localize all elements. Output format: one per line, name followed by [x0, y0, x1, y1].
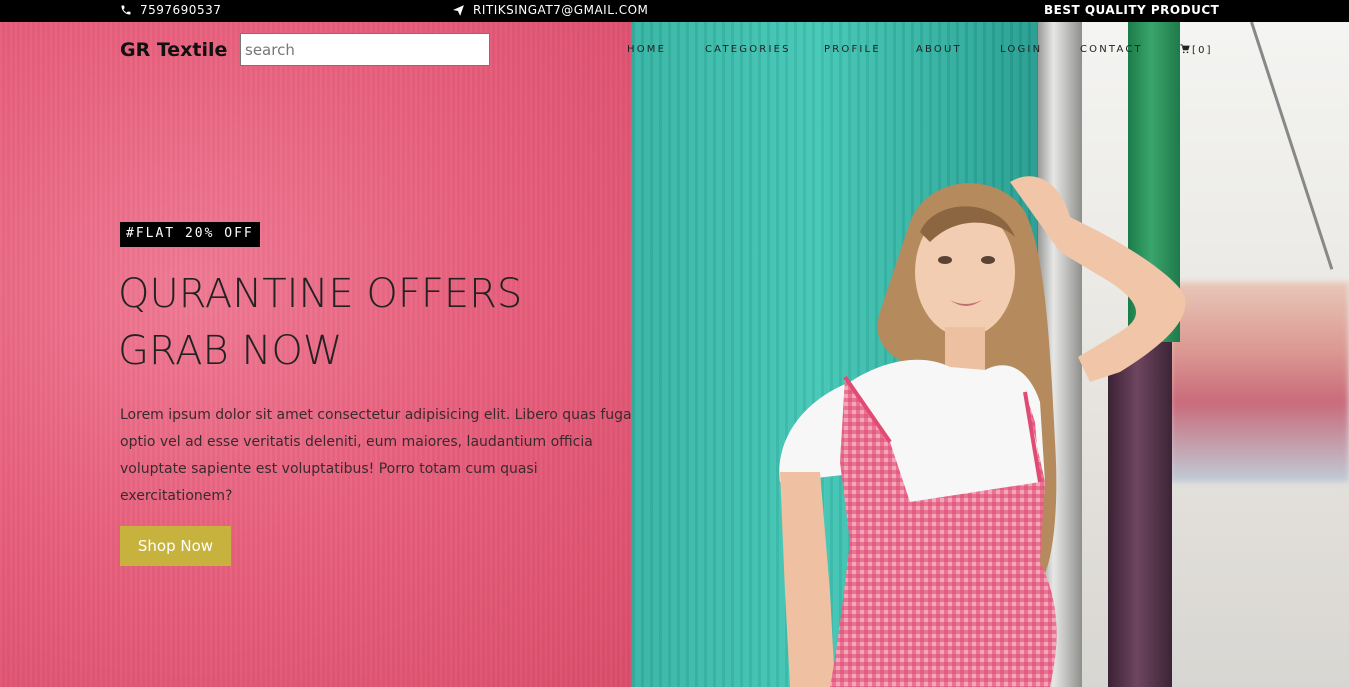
nav-login[interactable]: LOGIN: [1000, 44, 1042, 55]
model-photo: [760, 142, 1200, 687]
paper-plane-icon: [452, 4, 465, 17]
nav-home[interactable]: HOME: [627, 44, 666, 55]
nav-cart[interactable]: [0]: [1180, 44, 1213, 57]
nav-about[interactable]: ABOUT: [916, 44, 962, 55]
top-bar: 7597690537 RITIKSINGAT7@GMAIL.COM BEST Q…: [0, 0, 1349, 22]
hero-headline: QURANTINE OFFERS GRAB NOW: [118, 266, 522, 380]
shop-now-button[interactable]: Shop Now: [120, 526, 231, 566]
nav-profile[interactable]: PROFILE: [824, 44, 881, 55]
search-input[interactable]: [240, 33, 490, 66]
hero-description: Lorem ipsum dolor sit amet consectetur a…: [120, 407, 632, 504]
email-address: RITIKSINGAT7@GMAIL.COM: [473, 3, 649, 17]
phone-contact[interactable]: 7597690537: [120, 3, 221, 17]
brand-logo[interactable]: GR Textile: [120, 39, 227, 61]
nav-contact[interactable]: CONTACT: [1080, 44, 1143, 55]
headline-line-2: GRAB NOW: [118, 328, 343, 374]
phone-number: 7597690537: [140, 3, 222, 17]
cart-icon: [1180, 44, 1190, 57]
cart-count: [0]: [1192, 45, 1213, 56]
discount-badge: #FLAT 20% OFF: [120, 222, 260, 247]
email-contact[interactable]: RITIKSINGAT7@GMAIL.COM: [452, 3, 648, 17]
phone-icon: [120, 4, 132, 16]
headline-line-1: QURANTINE OFFERS: [118, 271, 523, 317]
tagline: BEST QUALITY PRODUCT: [1044, 3, 1220, 17]
nav-categories[interactable]: CATEGORIES: [705, 44, 791, 55]
